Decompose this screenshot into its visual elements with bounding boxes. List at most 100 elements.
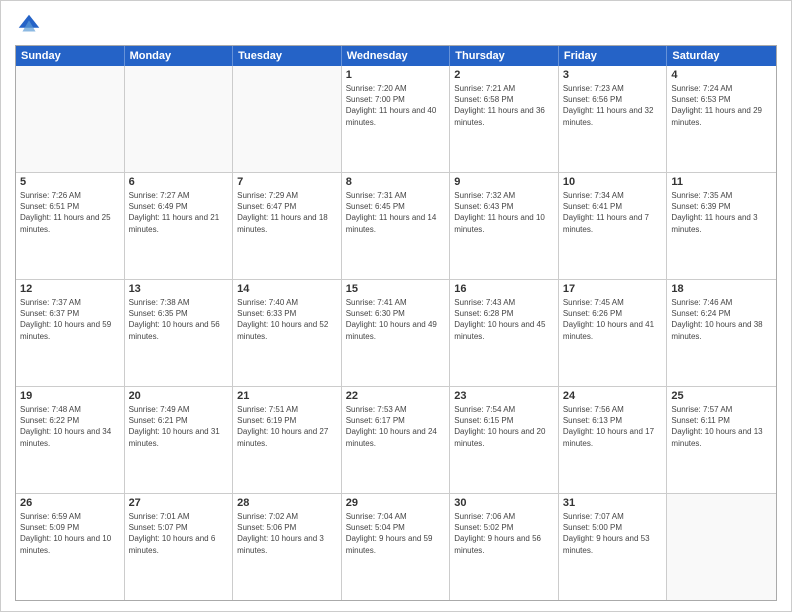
cal-cell: 27Sunrise: 7:01 AMSunset: 5:07 PMDayligh… [125,494,234,600]
week-row-4: 19 Sunrise: 7:48 AMSunset: 6:22 PMDayligh… [16,387,776,494]
cal-cell: 1Sunrise: 7:20 AMSunset: 7:00 PMDaylight… [342,66,451,172]
day-info: Sunrise: 7:34 AMSunset: 6:41 PMDaylight:… [563,190,663,235]
cal-cell: 25 Sunrise: 7:57 AMSunset: 6:11 PMDayligh… [667,387,776,493]
cal-cell: 5 Sunrise: 7:26 AMSunset: 6:51 PMDaylight… [16,173,125,279]
day-info: Sunrise: 7:07 AMSunset: 5:00 PMDaylight:… [563,511,663,556]
day-info: Sunrise: 7:26 AMSunset: 6:51 PMDaylight:… [20,190,120,235]
day-number: 4 [671,69,772,81]
day-info: Sunrise: 7:32 AMSunset: 6:43 PMDaylight:… [454,190,554,235]
day-info: Sunrise: 7:38 AMSunset: 6:35 PMDaylight:… [129,297,229,342]
cal-cell: 31 Sunrise: 7:07 AMSunset: 5:00 PMDayligh… [559,494,668,600]
day-info: Sunrise: 7:31 AMSunset: 6:45 PMDaylight:… [346,190,446,235]
cal-cell: 24 Sunrise: 7:56 AMSunset: 6:13 PMDayligh… [559,387,668,493]
cal-cell: 6 Sunrise: 7:27 AMSunset: 6:49 PMDaylight… [125,173,234,279]
day-number: 30 [454,497,554,509]
calendar-header: SundayMondayTuesdayWednesdayThursdayFrid… [16,46,776,66]
cal-cell: 14 Sunrise: 7:40 AMSunset: 6:33 PMDayligh… [233,280,342,386]
day-number: 17 [563,283,663,295]
day-info: Sunrise: 7:37 AMSunset: 6:37 PMDaylight:… [20,297,120,342]
cal-cell [16,66,125,172]
day-number: 16 [454,283,554,295]
day-number: 21 [237,390,337,402]
day-info: Sunrise: 7:53 AMSunset: 6:17 PMDaylight:… [346,404,446,449]
week-row-2: 5 Sunrise: 7:26 AMSunset: 6:51 PMDaylight… [16,173,776,280]
day-number: 13 [129,283,229,295]
day-info: Sunrise: 7:46 AMSunset: 6:24 PMDaylight:… [671,297,772,342]
day-number: 2 [454,69,554,81]
day-info: Sunrise: 7:45 AMSunset: 6:26 PMDaylight:… [563,297,663,342]
day-number: 9 [454,176,554,188]
cal-cell: 26Sunrise: 6:59 AMSunset: 5:09 PMDayligh… [16,494,125,600]
day-number: 28 [237,497,337,509]
cal-cell: 3 Sunrise: 7:23 AMSunset: 6:56 PMDaylight… [559,66,668,172]
cal-cell: 15 Sunrise: 7:41 AMSunset: 6:30 PMDayligh… [342,280,451,386]
calendar: SundayMondayTuesdayWednesdayThursdayFrid… [15,45,777,601]
calendar-body: 1Sunrise: 7:20 AMSunset: 7:00 PMDaylight… [16,66,776,600]
week-row-3: 12Sunrise: 7:37 AMSunset: 6:37 PMDayligh… [16,280,776,387]
cal-cell: 12Sunrise: 7:37 AMSunset: 6:37 PMDayligh… [16,280,125,386]
day-info: Sunrise: 7:40 AMSunset: 6:33 PMDaylight:… [237,297,337,342]
day-number: 10 [563,176,663,188]
day-number: 14 [237,283,337,295]
day-info: Sunrise: 7:24 AMSunset: 6:53 PMDaylight:… [671,83,772,128]
day-info: Sunrise: 7:48 AMSunset: 6:22 PMDaylight:… [20,404,120,449]
cal-cell: 29Sunrise: 7:04 AMSunset: 5:04 PMDayligh… [342,494,451,600]
day-info: Sunrise: 7:27 AMSunset: 6:49 PMDaylight:… [129,190,229,235]
cal-cell [233,66,342,172]
cal-cell: 19 Sunrise: 7:48 AMSunset: 6:22 PMDayligh… [16,387,125,493]
day-info: Sunrise: 7:06 AMSunset: 5:02 PMDaylight:… [454,511,554,556]
day-number: 6 [129,176,229,188]
cal-cell: 18Sunrise: 7:46 AMSunset: 6:24 PMDayligh… [667,280,776,386]
cal-cell: 28Sunrise: 7:02 AMSunset: 5:06 PMDayligh… [233,494,342,600]
header-cell-thursday: Thursday [450,46,559,66]
header-cell-monday: Monday [125,46,234,66]
day-info: Sunrise: 7:43 AMSunset: 6:28 PMDaylight:… [454,297,554,342]
day-number: 31 [563,497,663,509]
day-number: 19 [20,390,120,402]
cal-cell: 22 Sunrise: 7:53 AMSunset: 6:17 PMDayligh… [342,387,451,493]
cal-cell: 2 Sunrise: 7:21 AMSunset: 6:58 PMDaylight… [450,66,559,172]
day-info: Sunrise: 7:57 AMSunset: 6:11 PMDaylight:… [671,404,772,449]
day-number: 5 [20,176,120,188]
day-number: 26 [20,497,120,509]
day-info: Sunrise: 7:01 AMSunset: 5:07 PMDaylight:… [129,511,229,556]
cal-cell: 4 Sunrise: 7:24 AMSunset: 6:53 PMDaylight… [667,66,776,172]
cal-cell: 8 Sunrise: 7:31 AMSunset: 6:45 PMDaylight… [342,173,451,279]
cal-cell: 21 Sunrise: 7:51 AMSunset: 6:19 PMDayligh… [233,387,342,493]
day-info: Sunrise: 7:51 AMSunset: 6:19 PMDaylight:… [237,404,337,449]
day-number: 22 [346,390,446,402]
header-cell-saturday: Saturday [667,46,776,66]
day-info: Sunrise: 7:49 AMSunset: 6:21 PMDaylight:… [129,404,229,449]
cal-cell: 9 Sunrise: 7:32 AMSunset: 6:43 PMDaylight… [450,173,559,279]
cal-cell: 11Sunrise: 7:35 AMSunset: 6:39 PMDayligh… [667,173,776,279]
day-number: 3 [563,69,663,81]
cal-cell: 16 Sunrise: 7:43 AMSunset: 6:28 PMDayligh… [450,280,559,386]
cal-cell: 13 Sunrise: 7:38 AMSunset: 6:35 PMDayligh… [125,280,234,386]
cal-cell: 10 Sunrise: 7:34 AMSunset: 6:41 PMDayligh… [559,173,668,279]
day-number: 29 [346,497,446,509]
day-number: 25 [671,390,772,402]
cal-cell [667,494,776,600]
day-info: Sunrise: 7:56 AMSunset: 6:13 PMDaylight:… [563,404,663,449]
page: SundayMondayTuesdayWednesdayThursdayFrid… [0,0,792,612]
day-info: Sunrise: 7:41 AMSunset: 6:30 PMDaylight:… [346,297,446,342]
day-info: Sunrise: 7:54 AMSunset: 6:15 PMDaylight:… [454,404,554,449]
day-number: 8 [346,176,446,188]
day-info: Sunrise: 7:21 AMSunset: 6:58 PMDaylight:… [454,83,554,128]
header [15,11,777,39]
day-number: 15 [346,283,446,295]
day-number: 7 [237,176,337,188]
logo-icon [15,11,43,39]
week-row-1: 1Sunrise: 7:20 AMSunset: 7:00 PMDaylight… [16,66,776,173]
cal-cell: 23Sunrise: 7:54 AMSunset: 6:15 PMDayligh… [450,387,559,493]
header-cell-sunday: Sunday [16,46,125,66]
day-number: 24 [563,390,663,402]
day-number: 11 [671,176,772,188]
cal-cell: 20 Sunrise: 7:49 AMSunset: 6:21 PMDayligh… [125,387,234,493]
day-info: Sunrise: 7:23 AMSunset: 6:56 PMDaylight:… [563,83,663,128]
header-cell-friday: Friday [559,46,668,66]
cal-cell: 17 Sunrise: 7:45 AMSunset: 6:26 PMDayligh… [559,280,668,386]
header-cell-tuesday: Tuesday [233,46,342,66]
day-number: 20 [129,390,229,402]
day-info: Sunrise: 7:20 AMSunset: 7:00 PMDaylight:… [346,83,446,128]
